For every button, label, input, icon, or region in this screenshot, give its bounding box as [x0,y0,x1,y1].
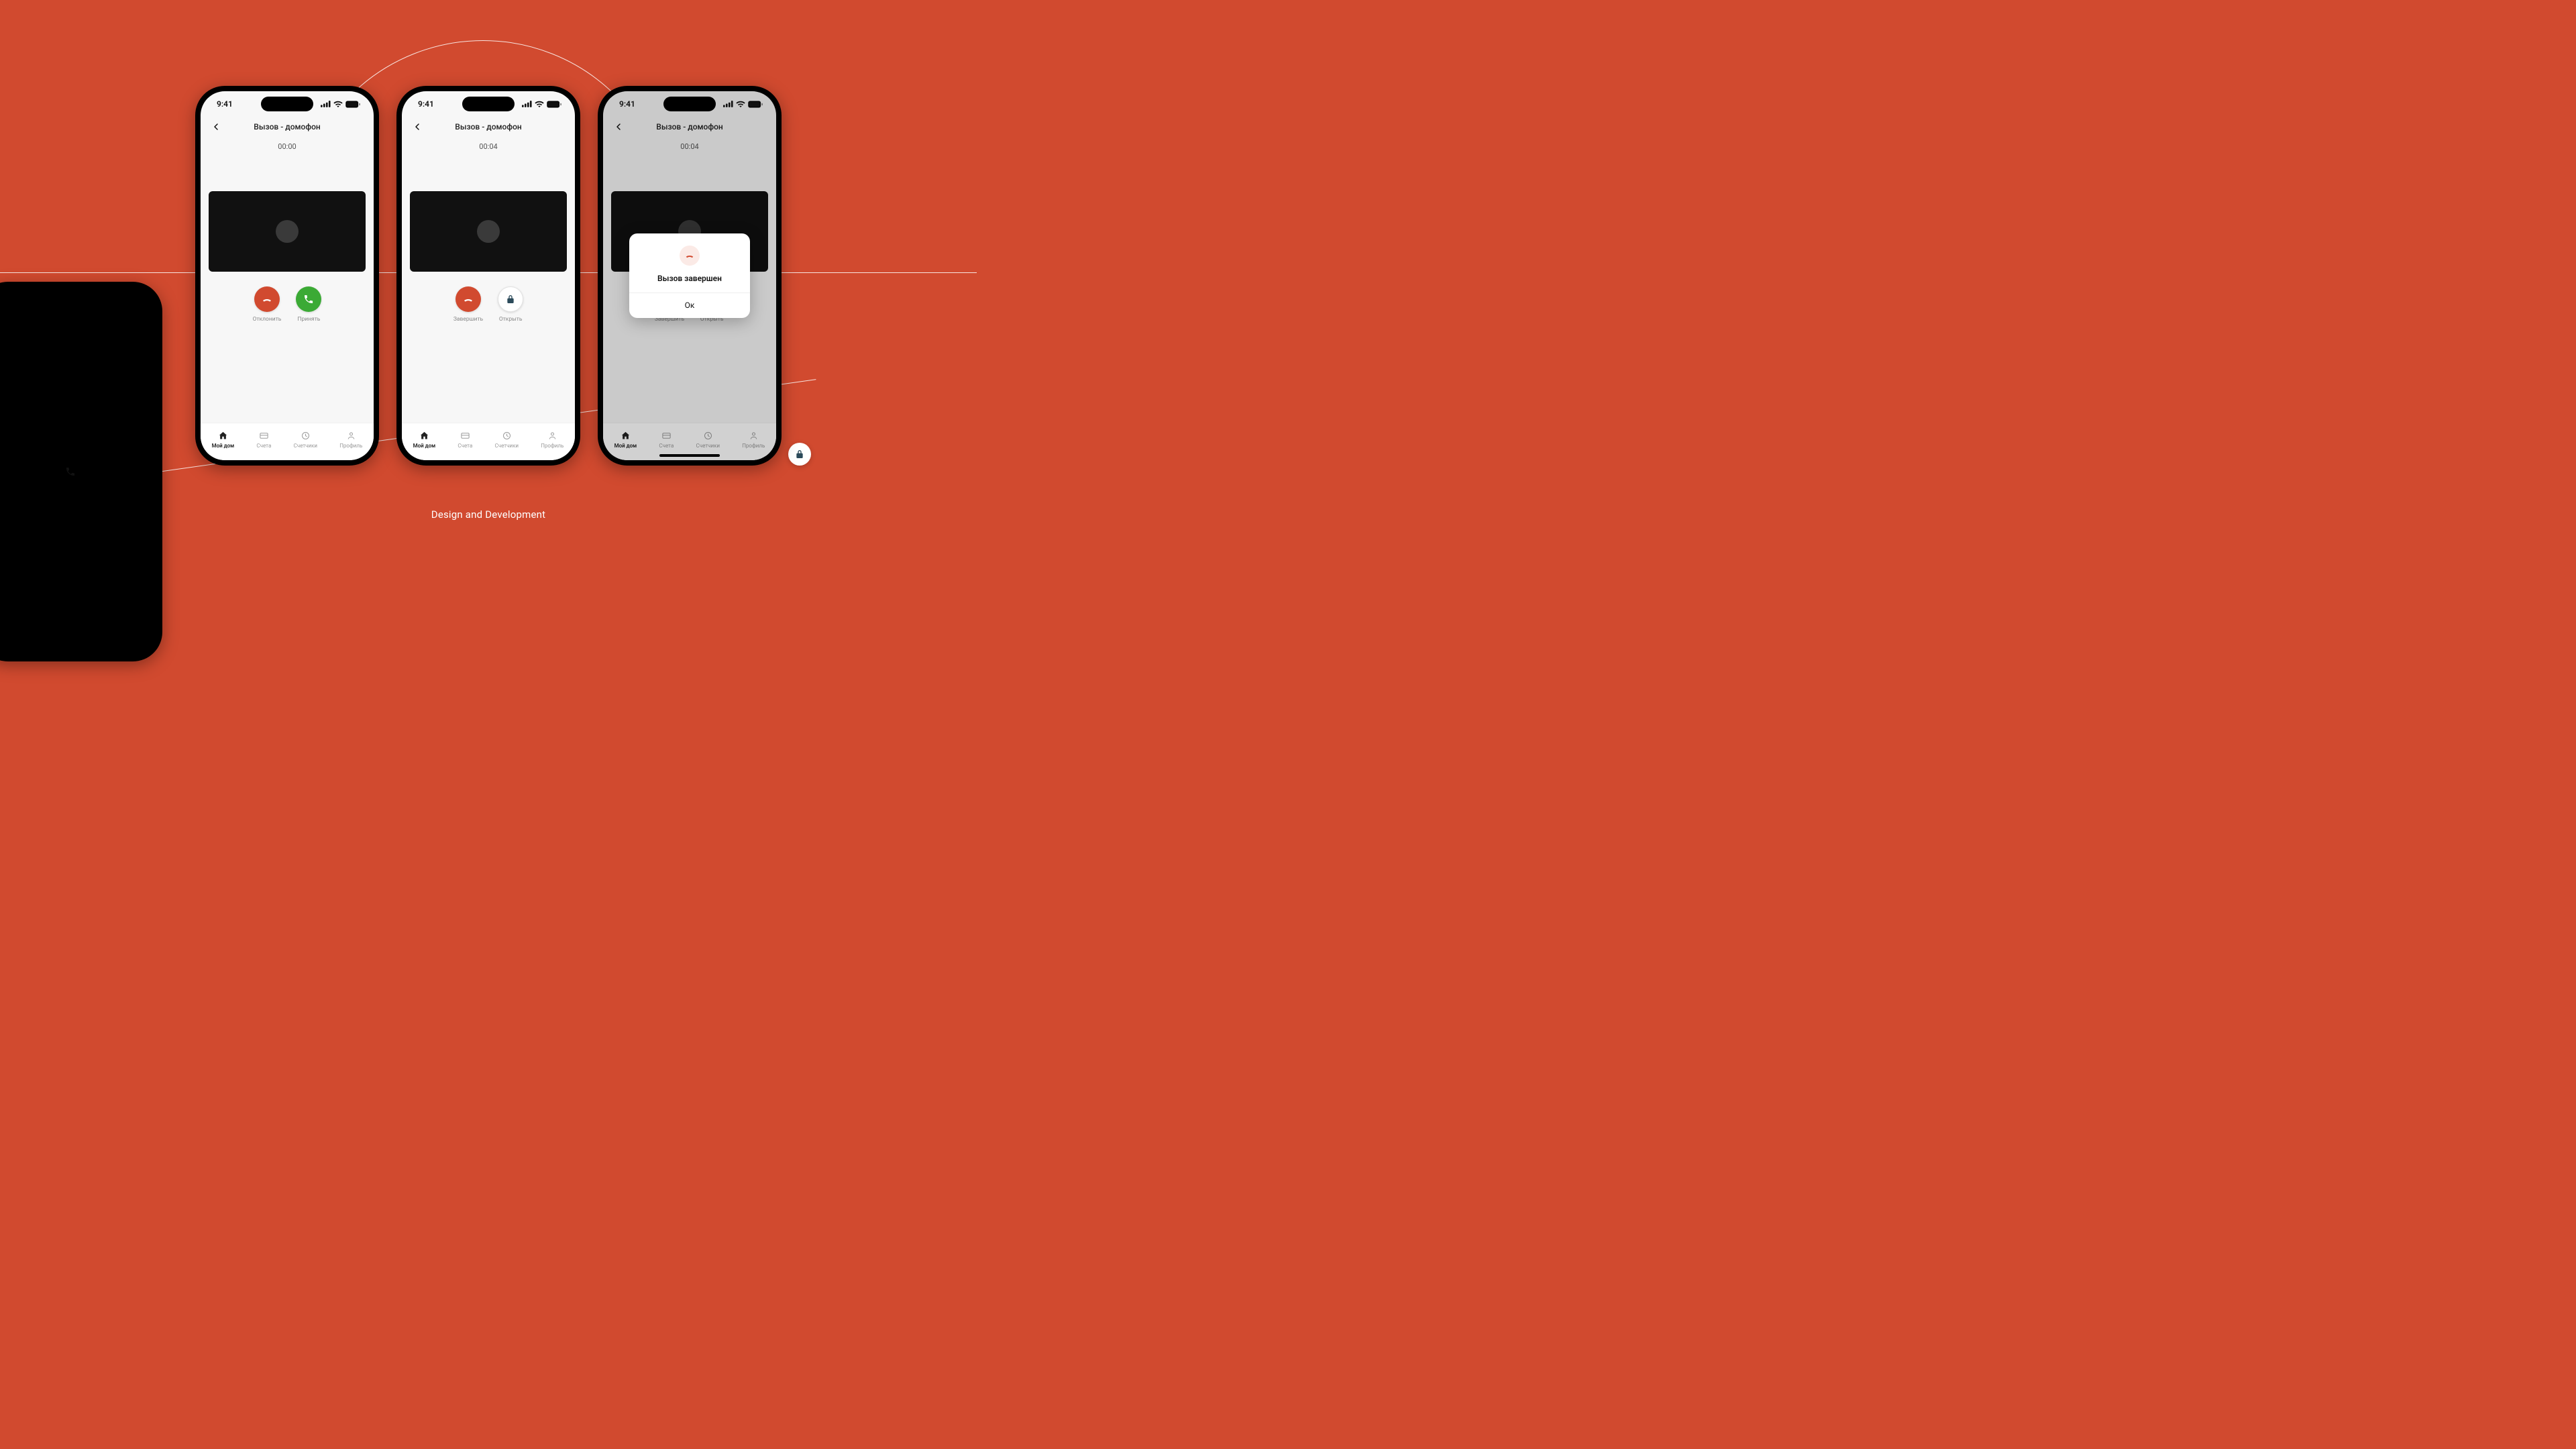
status-icons [723,101,763,108]
tab-bar: Мой дом Счета Счетчики Профиль [402,423,575,460]
end-call-label: Завершить [453,316,483,323]
tab-home[interactable]: Мой дом [413,431,436,449]
tab-meters-label: Счетчики [495,443,519,449]
dynamic-island [462,97,515,111]
tab-bills-label: Счета [256,443,271,449]
tab-bills-label: Счета [659,443,674,449]
screen-header: Вызов - домофон [201,117,374,137]
home-indicator [659,454,720,457]
status-time: 9:41 [418,99,434,109]
screen-title: Вызов - домофон [603,122,776,131]
modal-ok-button[interactable]: Ок [629,293,750,318]
tab-bar: Мой дом Счета Счетчики Профиль [201,423,374,460]
phone-mockup-3: 9:41 Вызов - домофон 00:04 [598,86,782,466]
call-actions: Завершить Открыть [402,286,575,323]
open-door-label: Открыть [499,316,523,323]
dynamic-island [663,97,716,111]
call-timer: 00:04 [603,142,776,151]
tab-profile[interactable]: Профиль [339,431,362,449]
tab-bills[interactable]: Счета [256,431,271,449]
tab-bills[interactable]: Счета [659,431,674,449]
wifi-icon [736,101,745,107]
signal-icon [321,101,331,107]
video-placeholder-dot [477,220,500,243]
decline-label: Отклонить [253,316,282,323]
screen-title: Вызов - домофон [402,122,575,131]
tab-profile-label: Профиль [742,443,765,449]
tab-meters[interactable]: Счетчики [495,431,519,449]
tab-meters-label: Счетчики [696,443,720,449]
battery-icon [345,101,360,108]
dynamic-island [261,97,313,111]
signal-icon [522,101,532,107]
status-time: 9:41 [619,99,635,109]
accept-label: Принять [297,316,320,323]
end-call-button[interactable] [455,286,481,312]
status-icons [522,101,561,108]
page-caption: Design and Development [0,508,977,521]
tab-home-label: Мой дом [614,443,637,449]
video-placeholder-dot [276,220,299,243]
phone-mockups-row: 9:41 Вызов - домофон 00:00 [195,86,782,466]
tab-meters-label: Счетчики [294,443,318,449]
tab-profile[interactable]: Профиль [541,431,564,449]
status-icons [321,101,360,108]
accept-button[interactable] [296,286,321,312]
floating-phone-icon [0,282,162,661]
tab-profile-label: Профиль [541,443,564,449]
screen-title: Вызов - домофон [201,122,374,131]
tab-meters[interactable]: Счетчики [294,431,318,449]
call-actions: Отклонить Принять [201,286,374,323]
signal-icon [723,101,733,107]
decline-button[interactable] [254,286,280,312]
tab-home-label: Мой дом [212,443,235,449]
tab-home-label: Мой дом [413,443,436,449]
tab-profile-label: Профиль [339,443,362,449]
call-timer: 00:04 [402,142,575,151]
modal-title: Вызов завершен [657,274,722,283]
tab-bills[interactable]: Счета [458,431,472,449]
call-ended-modal: Вызов завершен Ок [629,233,750,318]
tab-profile[interactable]: Профиль [742,431,765,449]
battery-icon [748,101,763,108]
phone-mockup-1: 9:41 Вызов - домофон 00:00 [195,86,379,466]
screen-header: Вызов - домофон [603,117,776,137]
video-preview [410,191,567,272]
tab-meters[interactable]: Счетчики [696,431,720,449]
wifi-icon [333,101,343,107]
tab-home[interactable]: Мой дом [212,431,235,449]
battery-icon [547,101,561,108]
screen-header: Вызов - домофон [402,117,575,137]
status-time: 9:41 [217,99,233,109]
hangup-icon [680,246,700,266]
call-timer: 00:00 [201,142,374,151]
tab-home[interactable]: Мой дом [614,431,637,449]
phone-mockup-2: 9:41 Вызов - домофон 00:04 [396,86,580,466]
open-door-button[interactable] [498,286,523,312]
video-preview [209,191,366,272]
wifi-icon [535,101,544,107]
floating-lock-icon [788,443,811,466]
tab-bills-label: Счета [458,443,472,449]
